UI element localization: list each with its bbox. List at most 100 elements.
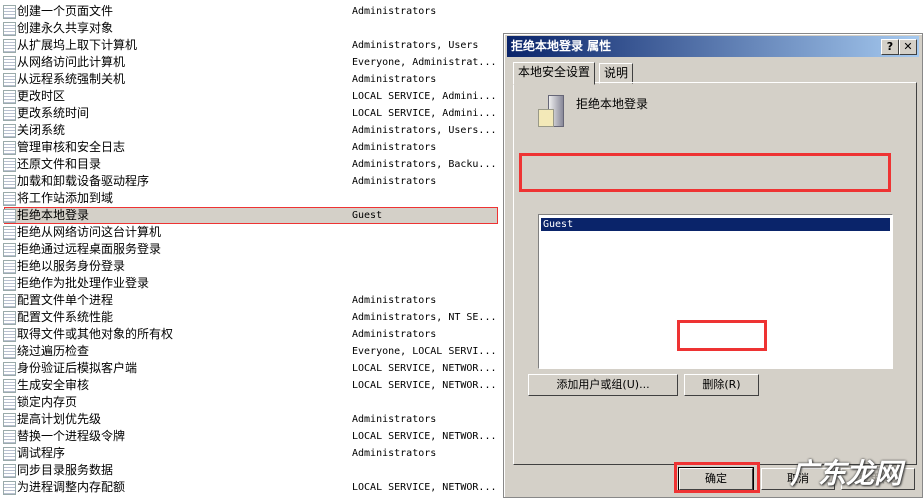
policy-icon: [3, 294, 16, 308]
policy-name: 从网络访问此计算机: [17, 55, 126, 69]
policy-row[interactable]: 更改时区 LOCAL SERVICE, Admini...: [0, 88, 500, 105]
policy-icon: [3, 447, 16, 461]
policy-icon: [3, 413, 16, 427]
policy-icon: [3, 107, 16, 121]
policy-row[interactable]: 生成安全审核 LOCAL SERVICE, NETWOR...: [0, 377, 500, 394]
policy-name: 绕过遍历检查: [17, 344, 90, 358]
policy-setting: Administrators: [352, 414, 437, 425]
policy-setting: LOCAL SERVICE, Admini...: [352, 91, 497, 102]
policy-name: 还原文件和目录: [17, 157, 102, 171]
policy-icon: [3, 345, 16, 359]
policy-name: 身份验证后模拟客户端: [17, 361, 138, 375]
policy-row[interactable]: 创建一个页面文件 Administrators: [0, 3, 500, 20]
policy-icon: [3, 56, 16, 70]
policy-setting: Administrators: [352, 448, 437, 459]
policy-name: 拒绝以服务身份登录: [17, 259, 126, 273]
policy-icon: [3, 243, 16, 257]
policy-row[interactable]: 锁定内存页: [0, 394, 500, 411]
policy-list: 创建一个页面文件 Administrators 创建永久共享对象从扩展坞上取下计算机…: [0, 3, 500, 496]
policy-row[interactable]: 从扩展坞上取下计算机 Administrators, Users: [0, 37, 500, 54]
policy-icon: [3, 192, 16, 206]
policy-name: 拒绝通过远程桌面服务登录: [17, 242, 162, 256]
policy-icon: [3, 90, 16, 104]
policy-name: 取得文件或其他对象的所有权: [17, 327, 174, 341]
policy-setting: Administrators: [352, 6, 437, 17]
policy-row[interactable]: 配置文件系统性能 Administrators, NT SE...: [0, 309, 500, 326]
policy-row[interactable]: 更改系统时间 LOCAL SERVICE, Admini...: [0, 105, 500, 122]
policy-row[interactable]: 身份验证后模拟客户端 LOCAL SERVICE, NETWOR...: [0, 360, 500, 377]
policy-row[interactable]: 从远程系统强制关机 Administrators: [0, 71, 500, 88]
tab-explain[interactable]: 说明: [599, 63, 634, 84]
highlight-ok: [674, 462, 760, 493]
help-button[interactable]: ?: [881, 39, 899, 55]
policy-row[interactable]: 为进程调整内存配额 LOCAL SERVICE, NETWOR...: [0, 479, 500, 496]
policy-row[interactable]: 拒绝本地登录 Guest: [3, 207, 498, 224]
policy-row[interactable]: 加载和卸载设备驱动程序 Administrators: [0, 173, 500, 190]
policy-row[interactable]: 绕过遍历检查 Everyone, LOCAL SERVI...: [0, 343, 500, 360]
watermark: 广东龙网: [790, 457, 903, 490]
policy-icon: [3, 5, 16, 19]
policy-name: 关闭系统: [17, 123, 66, 137]
policy-setting: Administrators: [352, 176, 437, 187]
policy-row[interactable]: 还原文件和目录 Administrators, Backu...: [0, 156, 500, 173]
policy-row[interactable]: 关闭系统 Administrators, Users...: [0, 122, 500, 139]
policy-icon: [3, 39, 16, 53]
policy-row[interactable]: 从网络访问此计算机 Everyone, Administrat...: [0, 54, 500, 71]
policy-row[interactable]: 配置文件单个进程 Administrators: [0, 292, 500, 309]
policy-name: 更改系统时间: [17, 106, 90, 120]
policy-icon: [3, 311, 16, 325]
policy-icon: [3, 260, 16, 274]
policy-setting: Administrators: [352, 295, 437, 306]
policy-setting: Administrators, NT SE...: [352, 312, 497, 323]
highlight-members: [519, 153, 891, 192]
policy-name: 创建永久共享对象: [17, 21, 114, 35]
policy-row[interactable]: 拒绝通过远程桌面服务登录: [0, 241, 500, 258]
add-user-or-group-button[interactable]: 添加用户或组(U)...: [528, 374, 678, 396]
policy-row[interactable]: 调试程序 Administrators: [0, 445, 500, 462]
member-item[interactable]: Guest: [541, 218, 890, 231]
policy-name: 提高计划优先级: [17, 412, 102, 426]
policy-row[interactable]: 取得文件或其他对象的所有权 Administrators: [0, 326, 500, 343]
policy-icon: [3, 277, 16, 291]
policy-setting: Everyone, Administrat...: [352, 57, 497, 68]
policy-row[interactable]: 提高计划优先级 Administrators: [0, 411, 500, 428]
policy-setting: Administrators: [352, 329, 437, 340]
policy-name: 拒绝本地登录: [17, 208, 90, 222]
policy-row[interactable]: 同步目录服务数据: [0, 462, 500, 479]
policy-setting: Administrators, Backu...: [352, 159, 497, 170]
policy-row[interactable]: 拒绝从网络访问这台计算机: [0, 224, 500, 241]
policy-icon: [3, 175, 16, 189]
policy-row[interactable]: 创建永久共享对象: [0, 20, 500, 37]
policy-icon: [3, 362, 16, 376]
policy-row[interactable]: 拒绝作为批处理作业登录: [0, 275, 500, 292]
policy-name: 配置文件系统性能: [17, 310, 114, 324]
policy-name: 拒绝作为批处理作业登录: [17, 276, 150, 290]
policy-setting: Guest: [352, 210, 383, 221]
policy-setting: LOCAL SERVICE, NETWOR...: [352, 431, 497, 442]
policy-icon: [3, 328, 16, 342]
policy-row[interactable]: 替换一个进程级令牌 LOCAL SERVICE, NETWOR...: [0, 428, 500, 445]
dialog-titlebar: 拒绝本地登录 属性 ? ✕: [507, 36, 919, 57]
policy-icon: [3, 22, 16, 36]
policy-name: 将工作站添加到域: [17, 191, 114, 205]
policy-row[interactable]: 拒绝以服务身份登录: [0, 258, 500, 275]
policy-name: 加载和卸载设备驱动程序: [17, 174, 150, 188]
policy-name: 管理审核和安全日志: [17, 140, 126, 154]
policy-name: 配置文件单个进程: [17, 293, 114, 307]
policy-setting: Administrators, Users: [352, 40, 479, 51]
remove-button[interactable]: 删除(R): [684, 374, 759, 396]
policy-setting: Administrators: [352, 74, 437, 85]
properties-dialog: 拒绝本地登录 属性 ? ✕ 本地安全设置 说明 拒绝本地登录 Guest 添加用…: [503, 33, 923, 498]
highlight-remove: [677, 320, 767, 351]
policy-setting: LOCAL SERVICE, NETWOR...: [352, 363, 497, 374]
policy-icon: [3, 209, 16, 223]
policy-setting: Administrators: [352, 142, 437, 153]
policy-name: 为进程调整内存配额: [17, 480, 126, 494]
policy-row[interactable]: 管理审核和安全日志 Administrators: [0, 139, 500, 156]
dialog-title: 拒绝本地登录 属性: [511, 39, 612, 53]
tab-local-security-setting[interactable]: 本地安全设置: [513, 62, 596, 85]
policy-name: 拒绝本地登录: [576, 97, 649, 111]
server-policy-icon: [538, 95, 568, 129]
policy-row[interactable]: 将工作站添加到域: [0, 190, 500, 207]
close-button[interactable]: ✕: [899, 39, 917, 55]
